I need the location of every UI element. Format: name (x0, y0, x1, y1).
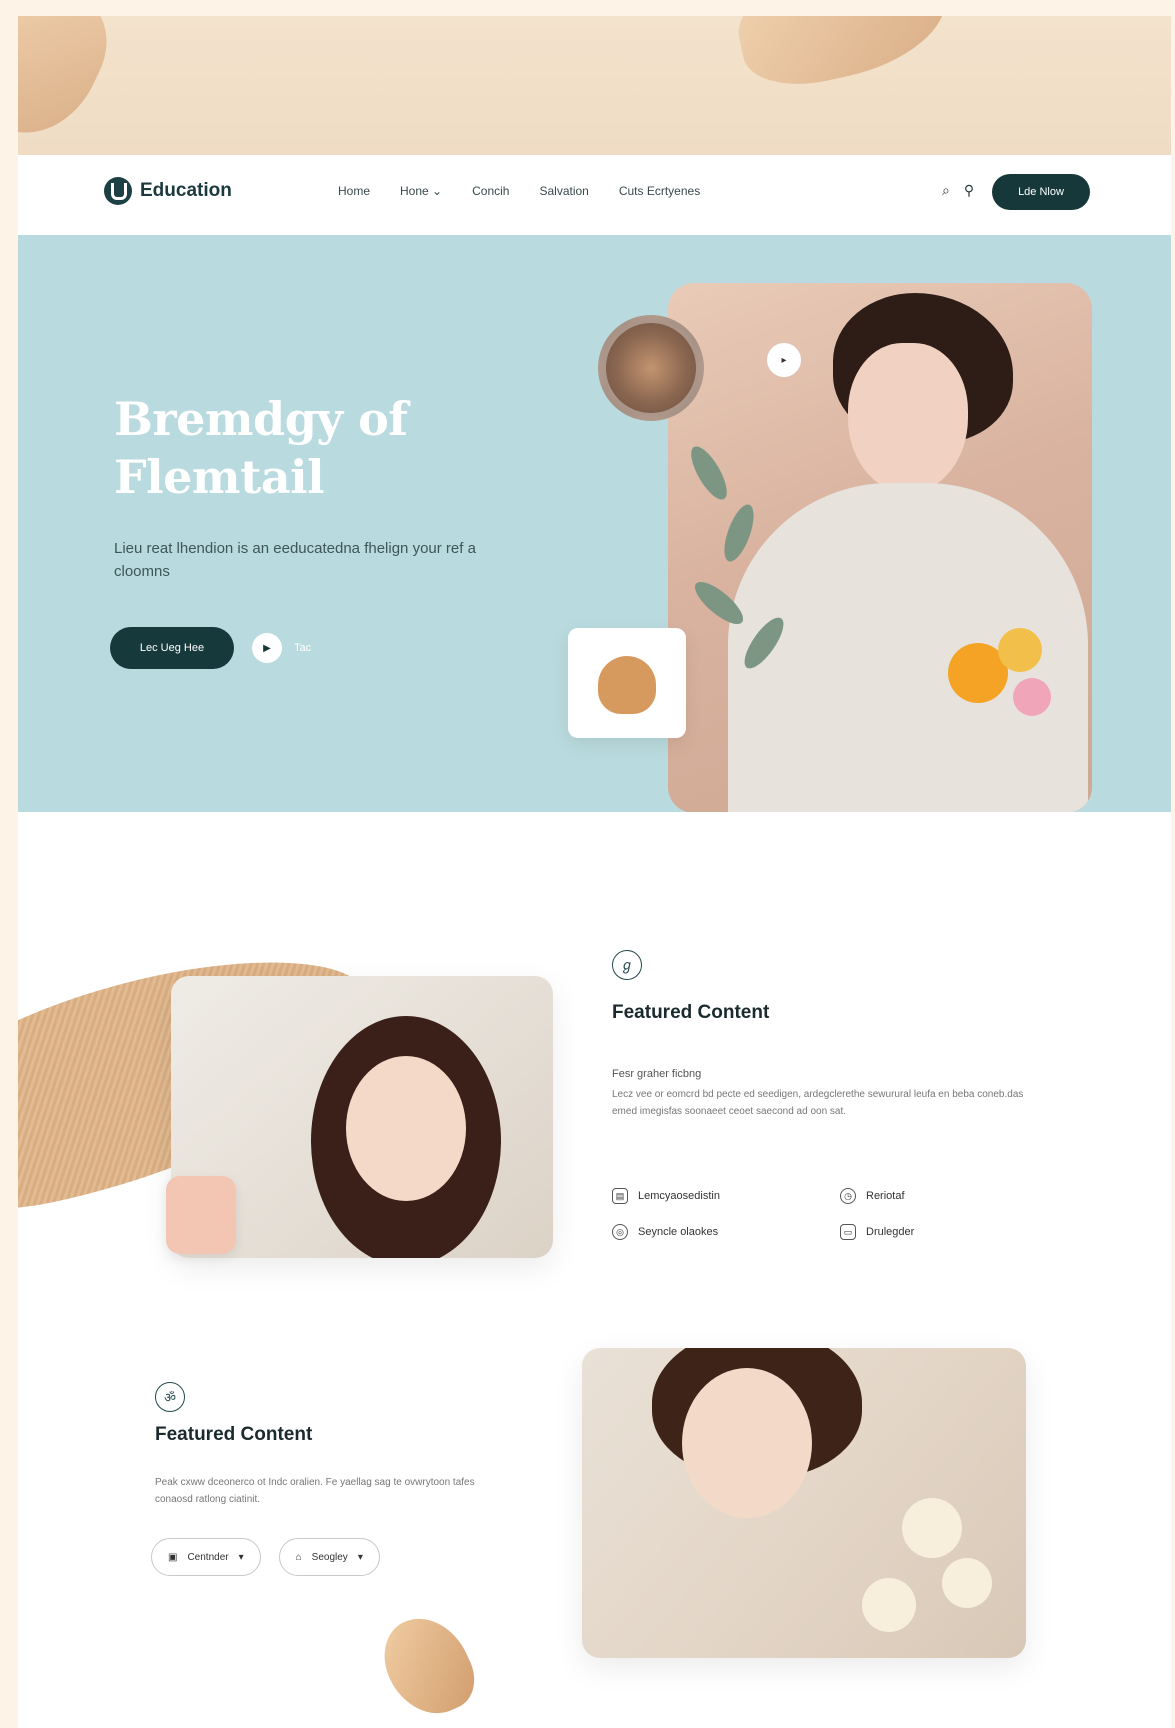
feature1-item-label: Lemcyaosedistin (638, 1190, 720, 1202)
hero-image-face (848, 343, 968, 493)
nav-link-label: Hone (400, 184, 429, 198)
hero-secondary-action[interactable]: ▶ Tac (252, 633, 311, 663)
feature2-buttons: ▣ Centnder ▾ ⌂ Seogley ▾ (151, 1538, 380, 1576)
flower-decoration (902, 1498, 962, 1558)
hero-section: Bremdgy of Flemtail Lieu reat lhendion i… (18, 235, 1171, 812)
logo-text: Education (140, 180, 232, 201)
yellow-fruit (998, 628, 1042, 672)
chevron-down-icon: ▾ (238, 1551, 244, 1563)
navbar: Education Home Hone ⌄ Concih Salvation C… (18, 155, 1171, 235)
feature1-item-label: Reriotaf (866, 1190, 905, 1202)
feature2-button-1[interactable]: ▣ Centnder ▾ (151, 1538, 261, 1576)
feature2-button-label: Seogley (311, 1551, 348, 1563)
nav-links: Home Hone ⌄ Concih Salvation Cuts Ecrtye… (338, 184, 700, 198)
user-icon[interactable]: ⚲ (964, 182, 974, 199)
hero-avatar-image (598, 315, 704, 421)
flower-decoration (942, 1558, 992, 1608)
arrow-icon[interactable]: ▸ (767, 343, 801, 377)
feature2-body: Peak cxww dceonerco ot Indc oralien. Fe … (155, 1477, 475, 1505)
petal-decoration (370, 1603, 486, 1728)
feature2-button-label: Centnder (187, 1551, 229, 1563)
nav-link-5[interactable]: Cuts Ecrtyenes (619, 184, 700, 198)
nav-cta-button[interactable]: Lde Nlow (992, 174, 1090, 210)
feature2-image-face (682, 1368, 812, 1518)
nav-link-dropdown[interactable]: Hone ⌄ (400, 184, 442, 198)
flower-decoration (1013, 678, 1051, 716)
chevron-down-icon: ⌄ (432, 184, 443, 198)
feature1-icon: ℊ (612, 950, 642, 980)
nav-link-4[interactable]: Salvation (539, 184, 588, 198)
flower-decoration (862, 1578, 916, 1632)
logo[interactable]: Education (104, 177, 232, 205)
hero-title: Bremdgy of Flemtail (114, 392, 408, 504)
feature1-body: Lecz vee or eomcrd bd pecte ed seedigen,… (612, 1089, 1024, 1117)
hero-image (668, 283, 1092, 812)
home-icon: ⌂ (295, 1551, 302, 1563)
feature1-badge-card (166, 1176, 236, 1254)
feature2-image (582, 1348, 1026, 1658)
search-icon[interactable]: ⌕ (942, 182, 950, 199)
top-decor-band (18, 16, 1171, 155)
folder-icon: ▣ (168, 1551, 178, 1563)
nav-link-3[interactable]: Concih (472, 184, 509, 198)
feature2-icon: ॐ (155, 1382, 185, 1412)
play-icon[interactable]: ▶ (252, 633, 282, 663)
card-icon: ▭ (840, 1224, 856, 1240)
feature1-item-label: Drulegder (866, 1226, 915, 1238)
badge-icon: ◎ (612, 1224, 628, 1240)
thumbnail-image (598, 656, 656, 714)
feature2-title: Featured Content (155, 1424, 313, 1445)
leaf-decoration (684, 441, 734, 505)
feature1-title: Featured Content (612, 1002, 770, 1023)
feature1-item[interactable]: ◷ Reriotaf (840, 1188, 1068, 1204)
feature2-button-2[interactable]: ⌂ Seogley ▾ (278, 1538, 380, 1576)
hero-primary-button[interactable]: Lec Ueg Hee (110, 627, 234, 669)
document-icon: ▤ (612, 1188, 628, 1204)
logo-icon (104, 177, 132, 205)
hero-subtitle: Lieu reat lhendion is an eeducatedna fhe… (114, 540, 476, 580)
clock-icon: ◷ (840, 1188, 856, 1204)
nav-link-home[interactable]: Home (338, 184, 370, 198)
feature1-item[interactable]: ◎ Seyncle olaokes (612, 1224, 840, 1240)
feature1-item-label: Seyncle olaokes (638, 1226, 719, 1238)
feature1-subhead: Fesr graher ficbng (612, 1068, 702, 1080)
feature1-item[interactable]: ▭ Drulegder (840, 1224, 1068, 1240)
petal-decoration (728, 16, 958, 97)
chevron-down-icon: ▾ (357, 1551, 363, 1563)
hero-thumbnail-card (568, 628, 686, 738)
feature1-item[interactable]: ▤ Lemcyaosedistin (612, 1188, 840, 1204)
feature1-image-face (346, 1056, 466, 1201)
nav-icons: ⌕ ⚲ (942, 182, 974, 199)
feature1-list: ▤ Lemcyaosedistin ◷ Reriotaf ◎ Seyncle o… (612, 1188, 1072, 1240)
petal-decoration (18, 16, 125, 155)
page: Education Home Hone ⌄ Concih Salvation C… (18, 16, 1171, 1728)
hero-secondary-label: Tac (294, 642, 312, 654)
